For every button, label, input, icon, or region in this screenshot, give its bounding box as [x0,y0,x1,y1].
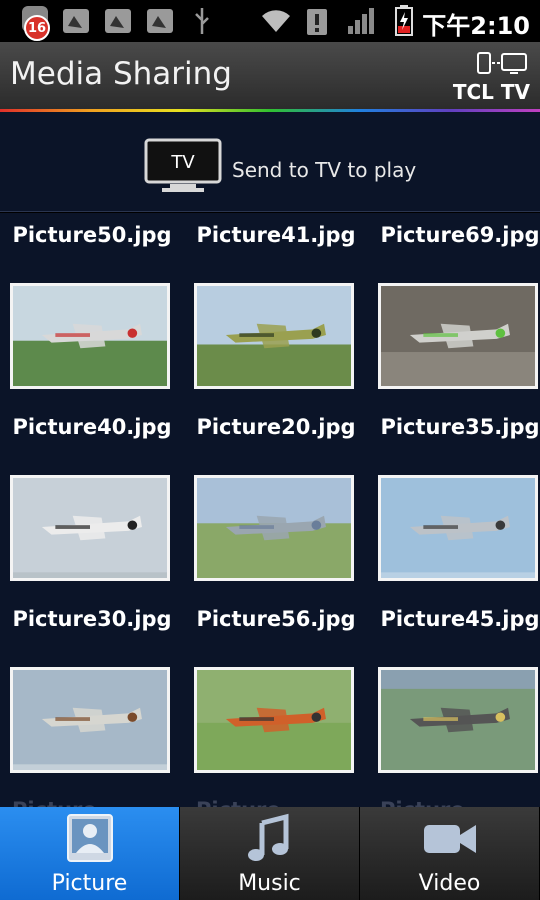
picture-thumbnail[interactable] [10,283,170,389]
music-note-icon [247,813,288,861]
picture-thumbnail[interactable] [194,475,354,581]
next-row-preview: Picture [12,798,97,807]
picture-item[interactable]: Picture69.jpg [371,213,540,405]
page-title: Media Sharing [10,56,232,92]
connected-device-name[interactable]: TCL TV [453,80,530,104]
picture-item[interactable]: Picture41.jpg [187,213,365,405]
gallery-notification-icon [147,9,173,33]
video-camera-icon [423,825,476,853]
picture-thumbnail[interactable] [10,475,170,581]
send-to-tv-label: Send to TV to play [232,158,417,182]
device-connection-icon [477,52,527,74]
tv-icon: TV [144,138,222,192]
usb-icon [195,8,209,34]
picture-item[interactable]: Picture50.jpg [3,213,181,405]
tab-label: Music [238,871,301,896]
picture-item[interactable]: Picture56.jpg [187,597,365,789]
picture-item[interactable]: Picture30.jpg [3,597,181,789]
signal-icon [348,8,374,34]
tab-label: Picture [51,871,128,896]
picture-filename: Picture30.jpg [12,607,172,631]
notification-count-badge: 16 [24,15,50,41]
battery-charging-icon [395,5,413,36]
picture-filename: Picture45.jpg [380,607,540,631]
picture-filename: Picture56.jpg [196,607,356,631]
tab-label: Video [418,871,481,896]
gallery-notification-icon [105,9,131,33]
title-bar: Media Sharing TCL TV [0,42,540,112]
picture-thumbnail[interactable] [378,475,538,581]
picture-item[interactable]: Picture45.jpg [371,597,540,789]
picture-thumbnail[interactable] [378,667,538,773]
next-row-preview: Picture [196,798,281,807]
picture-item[interactable]: Picture20.jpg [187,405,365,597]
picture-thumbnail[interactable] [194,667,354,773]
picture-filename: Picture40.jpg [12,415,172,439]
picture-filename: Picture41.jpg [196,223,356,247]
picture-grid: Picture50.jpg Picture41.jpg Picture69.jpg P… [0,213,540,807]
picture-thumbnail[interactable] [10,667,170,773]
clock: 下午2:10 [422,12,530,40]
tab-picture[interactable]: Picture [0,807,180,900]
picture-filename: Picture20.jpg [196,415,356,439]
media-tab-bar: Picture Music Video [0,807,540,900]
picture-filename: Picture69.jpg [380,223,540,247]
picture-item[interactable]: Picture40.jpg [3,405,181,597]
wifi-icon [262,10,290,32]
next-row-preview: Picture [380,798,465,807]
picture-thumbnail[interactable] [194,283,354,389]
picture-thumbnail[interactable] [378,283,538,389]
tab-music[interactable]: Music [180,807,360,900]
status-bar: 16 下午2:10 [0,0,540,42]
tv-icon-label: TV [170,152,195,173]
gallery-notification-icon [63,9,89,33]
tab-video[interactable]: Video [360,807,540,900]
send-to-tv-bar[interactable]: TV Send to TV to play [0,112,540,212]
picture-item[interactable]: Picture35.jpg [371,405,540,597]
picture-filename: Picture35.jpg [380,415,540,439]
picture-filename: Picture50.jpg [12,223,172,247]
contact-photo-icon [66,814,113,862]
alert-icon [307,9,327,35]
